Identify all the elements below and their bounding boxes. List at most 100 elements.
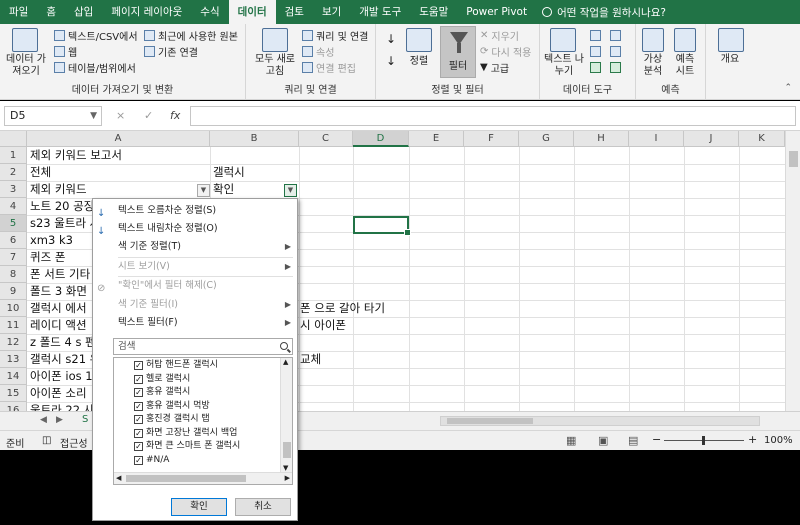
row-header[interactable]: 1	[0, 147, 27, 164]
column-header-g[interactable]: G	[519, 131, 574, 147]
row-header[interactable]: 8	[0, 266, 27, 283]
filter-value-list[interactable]: ✓ 허탑 핸드폰 갤럭시 ✓ 헬로 갤럭시 ✓ 홍유 갤럭시 ✓ 홍유 갤럭시 먹방 ✓…	[113, 357, 293, 485]
select-all-corner[interactable]	[0, 131, 27, 147]
active-cell-d5[interactable]	[353, 216, 411, 236]
cell-a5[interactable]: s23 울트라 사	[27, 215, 100, 232]
row-header[interactable]: 16	[0, 402, 27, 411]
from-text-csv-button[interactable]: 텍스트/CSV에서	[54, 28, 138, 43]
tab-home[interactable]: 홈	[37, 0, 65, 24]
tab-developer[interactable]: 개발 도구	[350, 0, 410, 24]
menu-filter-by-color[interactable]: 색 기준 필터(I) ▶	[93, 295, 297, 314]
what-if-button[interactable]: 가상 분석	[638, 54, 668, 78]
tab-insert[interactable]: 삽입	[65, 0, 102, 24]
checkbox-checked[interactable]: ✓	[134, 428, 143, 438]
cancel-button[interactable]: 취소	[235, 498, 291, 516]
list-item[interactable]: ✓ 화면 큰 스마트 폰 갤럭시	[134, 440, 240, 454]
horizontal-scrollbar[interactable]	[440, 416, 760, 426]
list-item[interactable]: ✓ #N/A	[134, 454, 169, 468]
collapse-ribbon-icon[interactable]: ⌃	[784, 83, 792, 93]
row-header[interactable]: 11	[0, 317, 27, 334]
checkbox-checked[interactable]: ✓	[134, 415, 143, 425]
row-header[interactable]: 12	[0, 334, 27, 351]
sheet-nav-left-icon[interactable]: ◀	[40, 415, 47, 425]
checkbox-checked[interactable]: ✓	[134, 401, 143, 411]
tab-formulas[interactable]: 수식	[191, 0, 228, 24]
column-header-i[interactable]: I	[629, 131, 684, 147]
list-item[interactable]: ✓ 홍유 갤럭시 먹방	[134, 400, 210, 414]
scroll-down-icon[interactable]: ▼	[283, 464, 288, 472]
cell-overflow-13[interactable]: 교체	[297, 351, 321, 368]
menu-sort-by-color[interactable]: 색 기준 정렬(T) ▶	[93, 237, 297, 256]
row-header[interactable]: 7	[0, 249, 27, 266]
cell-a2[interactable]: 전체	[27, 164, 51, 181]
refresh-all-button[interactable]: 모두 새로 고침	[252, 54, 298, 78]
scroll-left-icon[interactable]: ◀	[116, 474, 121, 482]
data-validation-icon[interactable]	[590, 62, 601, 73]
zoom-in-icon[interactable]: +	[748, 433, 757, 446]
menu-text-filters[interactable]: 텍스트 필터(F) ▶	[93, 313, 297, 332]
cell-a4[interactable]: 노트 20 공징	[27, 198, 94, 215]
column-header-a[interactable]: A	[27, 131, 210, 147]
page-break-view-icon[interactable]: ▤	[628, 434, 638, 447]
menu-sort-ascending[interactable]: ↓ 텍스트 오름차순 정렬(S)	[93, 201, 297, 220]
zoom-out-icon[interactable]: −	[652, 433, 661, 446]
list-vertical-scrollbar[interactable]: ▲ ▼	[280, 358, 292, 472]
tab-file[interactable]: 파일	[0, 0, 37, 24]
from-table-range-button[interactable]: 테이블/범위에서	[54, 60, 136, 75]
scroll-up-icon[interactable]: ▲	[283, 358, 288, 366]
menu-sheet-view[interactable]: 시트 보기(V) ▶	[93, 257, 297, 276]
tab-power-pivot[interactable]: Power Pivot	[457, 0, 536, 24]
filter-search-input[interactable]: 검색	[113, 338, 293, 355]
cell-a1[interactable]: 제외 키워드 보고서	[27, 147, 122, 164]
cell-overflow-10[interactable]: 폰 으로 갈아 타기	[297, 300, 385, 317]
properties-button[interactable]: 속성	[302, 44, 334, 59]
queries-connections-button[interactable]: 쿼리 및 연결	[302, 28, 368, 43]
scroll-right-icon[interactable]: ▶	[285, 474, 290, 482]
get-data-button[interactable]: 데이터 가져오기	[4, 54, 48, 78]
sheet-tab[interactable]: S	[82, 414, 88, 425]
vertical-scrollbar[interactable]	[785, 131, 800, 411]
tab-help[interactable]: 도움말	[410, 0, 457, 24]
menu-sort-descending[interactable]: ↓ 텍스트 내림차순 정렬(O)	[93, 219, 297, 238]
tab-data[interactable]: 데이터	[228, 0, 276, 24]
list-item[interactable]: ✓ 허탑 핸드폰 갤럭시	[134, 359, 218, 373]
enter-icon[interactable]: ✓	[144, 109, 153, 122]
cell-a11[interactable]: 레이디 액션	[27, 317, 87, 334]
cell-b3[interactable]: 확인	[210, 181, 234, 198]
checkbox-checked[interactable]: ✓	[134, 442, 143, 452]
zoom-slider-thumb[interactable]	[702, 436, 705, 445]
sort-asc-icon[interactable]: ↓	[386, 32, 396, 46]
cell-a14[interactable]: 아이폰 ios 1	[27, 368, 93, 385]
list-item[interactable]: ✓ 홍진경 갤럭시 탭	[134, 413, 210, 427]
row-header[interactable]: 13	[0, 351, 27, 368]
row-header[interactable]: 2	[0, 164, 27, 181]
column-header-c[interactable]: C	[299, 131, 353, 147]
cell-a9[interactable]: 폴드 3 화면	[27, 283, 87, 300]
cell-a16[interactable]: 울트라 22 사	[27, 402, 94, 411]
cancel-icon[interactable]: ×	[116, 109, 125, 122]
filter-button[interactable]: 필터	[440, 26, 476, 78]
insert-function-icon[interactable]: fx	[170, 109, 180, 122]
reapply-button[interactable]: ⟳ 다시 적용	[480, 44, 531, 59]
column-header-k[interactable]: K	[739, 131, 785, 147]
menu-clear-filter[interactable]: ⊘ "확인"에서 필터 해제(C)	[93, 276, 297, 295]
cell-a10[interactable]: 갤럭시 에서	[27, 300, 87, 317]
recent-sources-button[interactable]: 최근에 사용한 원본	[144, 28, 238, 43]
sheet-nav-right-icon[interactable]: ▶	[56, 415, 63, 425]
advanced-filter-button[interactable]: ▼ 고급	[480, 60, 509, 75]
formula-input[interactable]	[190, 106, 796, 126]
checkbox-checked[interactable]: ✓	[134, 388, 143, 398]
row-header[interactable]: 9	[0, 283, 27, 300]
tell-me-box[interactable]: 어떤 작업을 원하시나요?	[542, 5, 666, 20]
ok-button[interactable]: 확인	[171, 498, 227, 516]
list-item[interactable]: ✓ 홍유 갤럭시	[134, 386, 190, 400]
macro-record-icon[interactable]: ◫	[42, 435, 51, 446]
hscroll-thumb[interactable]	[447, 418, 533, 424]
list-horizontal-scrollbar[interactable]: ◀ ▶	[114, 472, 292, 484]
page-layout-view-icon[interactable]: ▣	[598, 434, 608, 447]
list-hscroll-thumb[interactable]	[126, 475, 246, 482]
clear-filter-button[interactable]: ✕ 지우기	[480, 28, 519, 43]
tab-review[interactable]: 검토	[276, 0, 313, 24]
checkbox-checked[interactable]: ✓	[134, 374, 143, 384]
sort-desc-icon[interactable]: ↓	[386, 54, 396, 68]
